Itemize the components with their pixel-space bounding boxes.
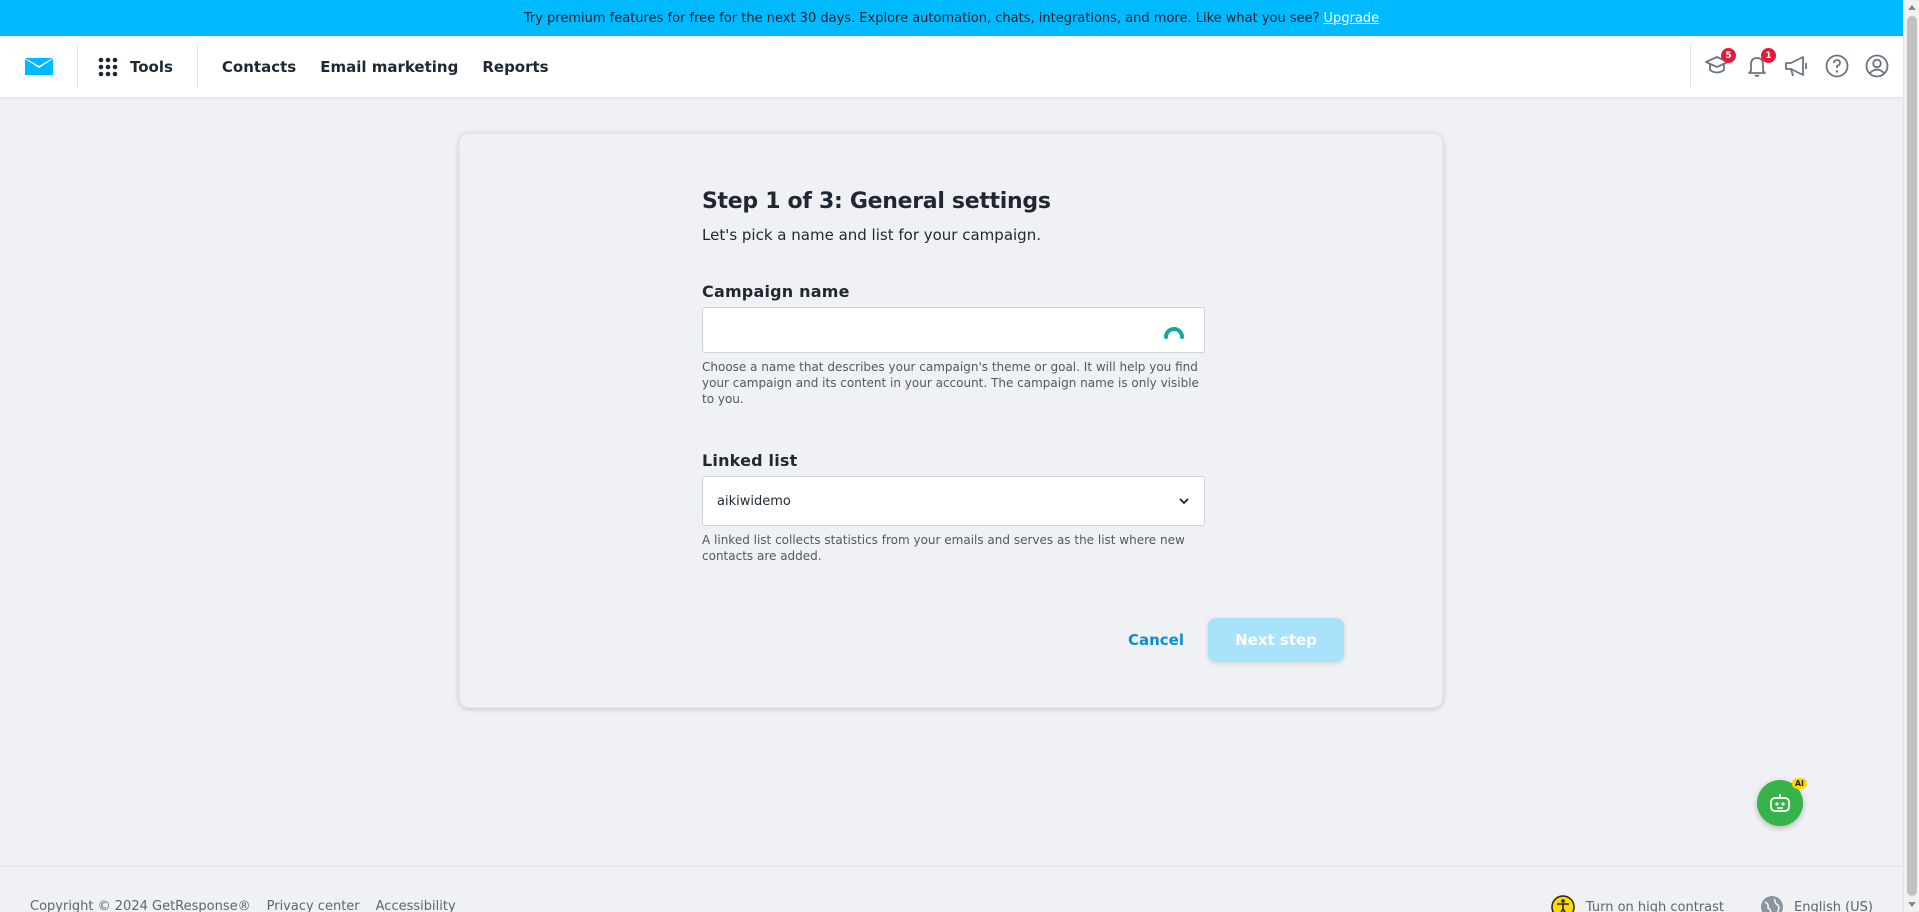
- language-label: English (US): [1794, 899, 1873, 912]
- ai-badge: AI: [1791, 778, 1807, 789]
- accessibility-icon: [1550, 895, 1575, 912]
- help-button[interactable]: [1823, 52, 1851, 80]
- language-selector[interactable]: English (US): [1760, 895, 1873, 912]
- notifications-badge: 1: [1761, 48, 1776, 63]
- top-navigation: Tools Contacts Email marketing Reports 5…: [0, 36, 1903, 97]
- linked-list-value: aikiwidemo: [717, 493, 791, 509]
- promo-text: Try premium features for free for the ne…: [523, 10, 1320, 26]
- user-avatar-icon: [1865, 54, 1889, 78]
- campaign-name-label: Campaign name: [702, 282, 850, 301]
- loading-spinner-icon: [1164, 327, 1184, 339]
- announcements-button[interactable]: [1783, 52, 1811, 80]
- nav-reports[interactable]: Reports: [482, 58, 548, 76]
- getresponse-logo[interactable]: [0, 45, 78, 88]
- scrollbar-thumb[interactable]: [1907, 16, 1917, 896]
- next-step-button[interactable]: Next step: [1208, 618, 1344, 662]
- promo-banner: Try premium features for free for the ne…: [0, 0, 1903, 36]
- scroll-down-icon[interactable]: [1908, 902, 1916, 907]
- privacy-center-link[interactable]: Privacy center: [267, 899, 360, 912]
- envelope-logo-icon: [24, 57, 53, 75]
- footer-settings: Turn on high contrast English (US): [1550, 894, 1873, 912]
- page-scrollbar[interactable]: [1903, 0, 1919, 912]
- nav-contacts[interactable]: Contacts: [222, 58, 296, 76]
- linked-list-select[interactable]: aikiwidemo: [702, 476, 1205, 526]
- main-nav: Contacts Email marketing Reports: [198, 58, 549, 76]
- top-right-icons: 5 1: [1690, 45, 1891, 87]
- campaign-settings-card: Step 1 of 3: General settings Let's pick…: [459, 133, 1443, 708]
- grid-menu-icon: [98, 57, 118, 76]
- help-icon: [1825, 54, 1849, 78]
- linked-list-label: Linked list: [702, 451, 798, 470]
- courses-badge: 5: [1721, 48, 1736, 63]
- globe-icon: [1761, 896, 1784, 912]
- ai-assistant-button[interactable]: AI: [1757, 778, 1807, 826]
- nav-email-marketing[interactable]: Email marketing: [320, 58, 458, 76]
- form-actions: Cancel Next step: [1128, 618, 1344, 662]
- linked-list-hint: A linked list collects statistics from y…: [702, 533, 1185, 563]
- campaign-name-input[interactable]: [702, 307, 1205, 353]
- robot-icon: [1770, 794, 1790, 812]
- page-title: Step 1 of 3: General settings: [702, 189, 1051, 214]
- notifications-button[interactable]: 1: [1743, 48, 1776, 80]
- general-settings-form: Step 1 of 3: General settings Let's pick…: [702, 189, 1205, 564]
- upgrade-link[interactable]: Upgrade: [1324, 11, 1380, 26]
- account-button[interactable]: [1863, 52, 1891, 80]
- tools-menu-button[interactable]: Tools: [78, 45, 198, 88]
- high-contrast-label: Turn on high contrast: [1585, 899, 1725, 912]
- campaign-name-hint: Choose a name that describes your campai…: [702, 360, 1199, 406]
- accessibility-link[interactable]: Accessibility: [376, 899, 456, 912]
- megaphone-icon: [1785, 56, 1807, 77]
- courses-button[interactable]: 5: [1703, 48, 1736, 80]
- cancel-button[interactable]: Cancel: [1128, 631, 1184, 649]
- footer-links: Copyright © 2024 GetResponse® Privacy ce…: [30, 899, 456, 912]
- page-subtitle: Let's pick a name and list for your camp…: [702, 226, 1041, 244]
- copyright-text: Copyright © 2024 GetResponse®: [30, 899, 251, 912]
- chevron-down-icon: [1179, 498, 1189, 505]
- high-contrast-toggle[interactable]: Turn on high contrast: [1550, 894, 1724, 912]
- tools-label: Tools: [130, 57, 173, 76]
- scroll-up-icon[interactable]: [1908, 5, 1916, 10]
- footer: Copyright © 2024 GetResponse® Privacy ce…: [0, 866, 1903, 912]
